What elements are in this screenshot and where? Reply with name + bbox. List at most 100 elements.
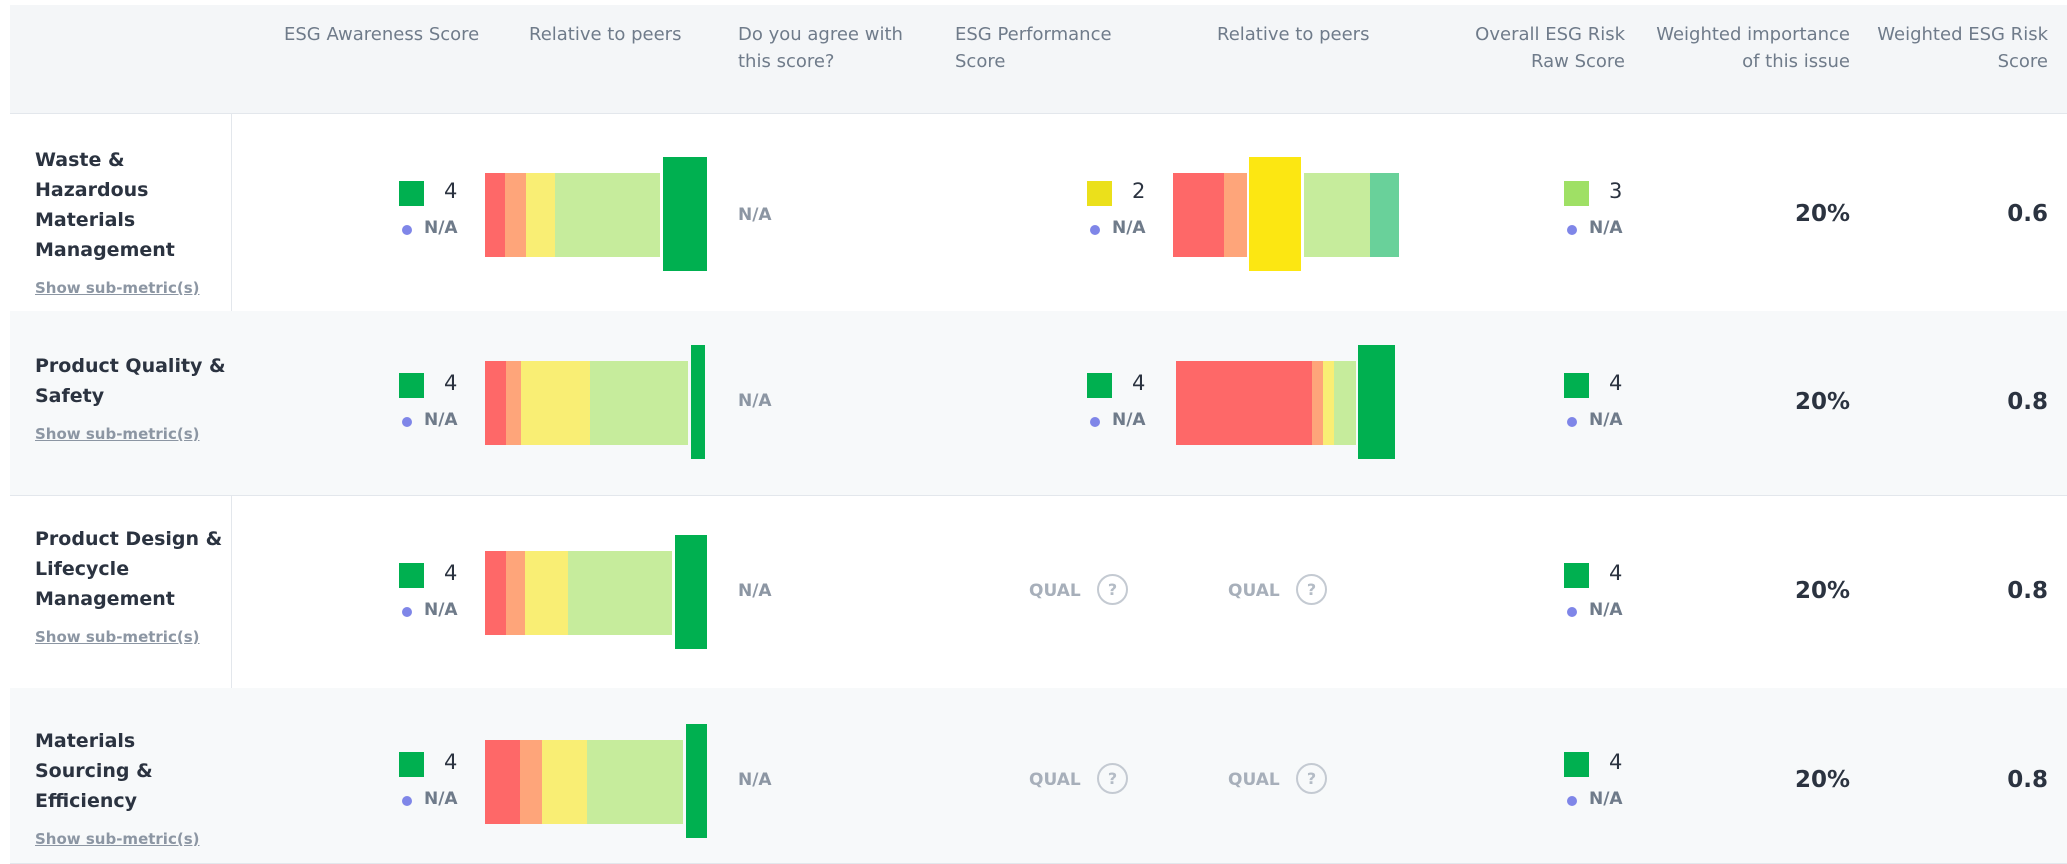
peer-marker xyxy=(1249,157,1301,271)
performance-qual: QUAL xyxy=(1029,581,1081,601)
issue-cell: Product Quality & Safety Show sub-metric… xyxy=(35,351,230,443)
issue-name: Waste & Hazardous Materials Management xyxy=(35,149,175,261)
peer-seg-yellow xyxy=(526,173,555,257)
performance-qual: QUAL xyxy=(1029,770,1081,790)
na-dot-icon xyxy=(1567,607,1577,617)
peer-seg-lightgreen xyxy=(587,740,683,824)
raw-score: 4 N/A xyxy=(1564,750,1624,812)
help-question-icon[interactable]: ? xyxy=(1097,763,1128,794)
score-color-square xyxy=(399,181,424,206)
peer-seg-red xyxy=(1173,173,1224,257)
peer-bar xyxy=(1176,345,1408,459)
peer-marker xyxy=(663,157,707,271)
issue-cell: Waste & Hazardous Materials Management S… xyxy=(35,145,230,297)
na-dot-icon xyxy=(402,417,412,427)
score-value: 4 xyxy=(444,179,458,203)
awareness-score: 4 N/A xyxy=(399,750,459,812)
na-dot-icon xyxy=(1090,225,1100,235)
show-sub-metrics-link[interactable]: Show sub-metric(s) xyxy=(35,279,230,297)
score-color-square xyxy=(1564,373,1589,398)
peer-seg-yellow xyxy=(1323,361,1334,445)
peer-seg-yellow xyxy=(542,740,587,824)
peer-seg-lightgreen xyxy=(568,551,672,635)
score-color-square xyxy=(1564,181,1589,206)
score-value: 4 xyxy=(1609,750,1623,774)
importance-percent: 20% xyxy=(1794,201,1850,227)
score-na: N/A xyxy=(424,600,458,620)
peer-seg-red xyxy=(485,551,506,635)
issue-cell: Product Design & Lifecycle Management Sh… xyxy=(35,524,230,646)
peer-seg-yellow xyxy=(521,361,590,445)
score-value: 3 xyxy=(1609,179,1623,203)
score-na: N/A xyxy=(424,789,458,809)
peer-seg-orange xyxy=(1312,361,1323,445)
table-header: ESG Awareness Score Relative to peers Do… xyxy=(10,5,2067,114)
score-na: N/A xyxy=(1112,218,1146,238)
score-na: N/A xyxy=(1589,410,1623,430)
importance-percent: 20% xyxy=(1794,389,1850,415)
header-relative-peers-2: Relative to peers xyxy=(1217,24,1370,45)
peer-seg-red xyxy=(1176,361,1312,445)
na-dot-icon xyxy=(1567,417,1577,427)
peer-seg-orange xyxy=(1224,173,1247,257)
relative-qual: QUAL xyxy=(1228,581,1280,601)
show-sub-metrics-link[interactable]: Show sub-metric(s) xyxy=(35,425,230,443)
peer-seg-lightgreen xyxy=(555,173,660,257)
peer-bar xyxy=(485,535,717,649)
peer-seg-orange xyxy=(506,551,525,635)
header-relative-peers-1: Relative to peers xyxy=(529,24,682,45)
help-question-icon[interactable]: ? xyxy=(1296,574,1327,605)
score-value: 4 xyxy=(1609,561,1623,585)
agree-value[interactable]: N/A xyxy=(738,205,772,225)
header-weighted-importance: Weighted importance of this issue xyxy=(1656,24,1850,72)
peer-seg-red xyxy=(485,361,506,445)
score-color-square xyxy=(1564,563,1589,588)
peer-marker xyxy=(675,535,707,649)
header-esg-awareness: ESG Awareness Score xyxy=(284,24,480,45)
agree-value[interactable]: N/A xyxy=(738,770,772,790)
agree-value[interactable]: N/A xyxy=(738,391,772,411)
score-na: N/A xyxy=(1589,789,1623,809)
score-color-square xyxy=(399,373,424,398)
performance-score: 4 N/A xyxy=(1087,371,1147,433)
peer-seg-orange xyxy=(520,740,542,824)
header-esg-performance: ESG Performance Score xyxy=(955,24,1112,72)
score-value: 2 xyxy=(1132,179,1146,203)
raw-score: 4 N/A xyxy=(1564,561,1624,623)
score-value: 4 xyxy=(1609,371,1623,395)
score-na: N/A xyxy=(1112,410,1146,430)
help-question-icon[interactable]: ? xyxy=(1296,763,1327,794)
peer-marker xyxy=(691,345,705,459)
show-sub-metrics-link[interactable]: Show sub-metric(s) xyxy=(35,830,230,848)
table-row: Product Design & Lifecycle Management Sh… xyxy=(10,495,2067,689)
peer-seg-red xyxy=(485,173,505,257)
help-question-icon[interactable]: ? xyxy=(1097,574,1128,605)
na-dot-icon xyxy=(1567,225,1577,235)
weighted-score: 0.8 xyxy=(2007,767,2048,793)
score-value: 4 xyxy=(1132,371,1146,395)
peer-bar xyxy=(485,157,717,271)
score-value: 4 xyxy=(444,371,458,395)
table-row: Materials Sourcing & Efficiency Show sub… xyxy=(10,688,2067,864)
show-sub-metrics-link[interactable]: Show sub-metric(s) xyxy=(35,628,230,646)
score-na: N/A xyxy=(1589,218,1623,238)
issue-name: Product Design & Lifecycle Management xyxy=(35,528,223,610)
score-color-square xyxy=(1087,373,1112,398)
na-dot-icon xyxy=(1567,796,1577,806)
weighted-score: 0.8 xyxy=(2007,389,2048,415)
peer-marker xyxy=(686,724,707,838)
score-color-square xyxy=(399,752,424,777)
peer-marker xyxy=(1358,345,1395,459)
raw-score: 3 N/A xyxy=(1564,179,1624,241)
agree-value[interactable]: N/A xyxy=(738,581,772,601)
score-color-square xyxy=(1087,181,1112,206)
score-na: N/A xyxy=(424,218,458,238)
relative-qual: QUAL xyxy=(1228,770,1280,790)
weighted-score: 0.6 xyxy=(2007,201,2048,227)
issue-name: Materials Sourcing & Efficiency xyxy=(35,730,153,812)
header-weighted-esg: Weighted ESG Risk Score xyxy=(1877,24,2048,72)
peer-seg-teal xyxy=(1370,173,1399,257)
score-color-square xyxy=(399,563,424,588)
score-value: 4 xyxy=(444,561,458,585)
weighted-score: 0.8 xyxy=(2007,578,2048,604)
